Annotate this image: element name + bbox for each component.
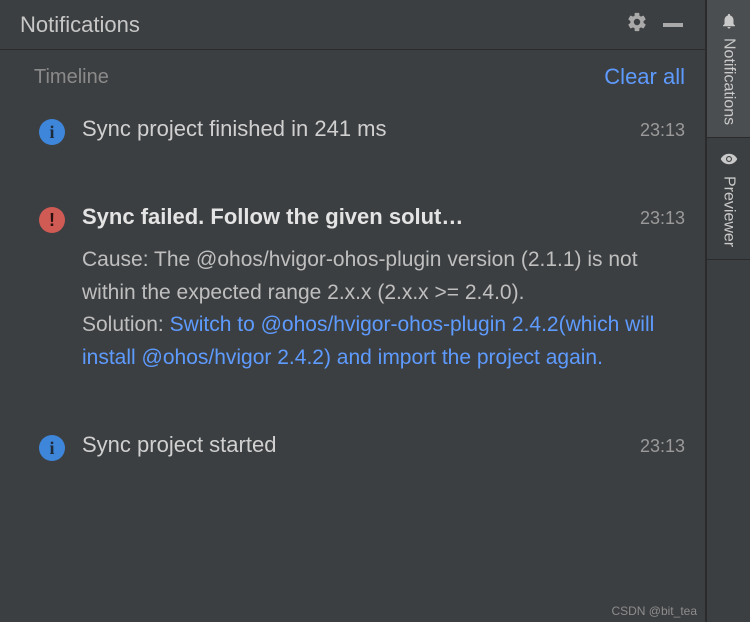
cause-label: Cause: <box>82 248 154 271</box>
notification-item[interactable]: i Sync project started 23:13 <box>4 414 705 468</box>
info-icon: i <box>38 118 66 146</box>
timeline-label: Timeline <box>34 66 604 89</box>
clear-all-link[interactable]: Clear all <box>604 64 685 90</box>
notification-item[interactable]: ! Sync failed. Follow the given solut… 2… <box>4 186 705 380</box>
notification-item[interactable]: i Sync project finished in 241 ms 23:13 <box>4 98 705 152</box>
rail-tab-label: Previewer <box>720 176 738 247</box>
notification-content: Sync project finished in 241 ms 23:13 <box>82 116 685 142</box>
settings-button[interactable] <box>623 11 651 39</box>
info-icon: i <box>38 434 66 462</box>
notification-time: 23:13 <box>640 208 685 229</box>
info-glyph: i <box>39 119 65 145</box>
rail-tab-notifications[interactable]: Notifications <box>707 0 750 138</box>
watermark: CSDN @bit_tea <box>611 604 697 618</box>
error-glyph: ! <box>39 207 65 233</box>
rail-tab-previewer[interactable]: Previewer <box>707 138 750 260</box>
notification-title: Sync project finished in 241 ms <box>82 116 630 142</box>
side-rail: Notifications Previewer <box>706 0 750 622</box>
notification-time: 23:13 <box>640 436 685 457</box>
notifications-panel: Notifications Timeline Clear all i Sync … <box>0 0 706 622</box>
rail-tab-label: Notifications <box>720 38 738 125</box>
info-glyph: i <box>39 435 65 461</box>
minimize-icon <box>663 23 683 27</box>
notifications-list: i Sync project finished in 241 ms 23:13 … <box>0 98 705 622</box>
notification-time: 23:13 <box>640 120 685 141</box>
bell-icon <box>718 10 740 32</box>
cause-text: The @ohos/hvigor-ohos-plugin version (2.… <box>82 248 638 304</box>
panel-title: Notifications <box>20 12 615 38</box>
eye-icon <box>718 148 740 170</box>
error-icon: ! <box>38 206 66 234</box>
panel-subheader: Timeline Clear all <box>0 50 705 98</box>
minimize-button[interactable] <box>659 11 687 39</box>
notification-title: Sync failed. Follow the given solut… <box>82 204 630 230</box>
notification-detail: Cause: The @ohos/hvigor-ohos-plugin vers… <box>82 244 685 374</box>
notification-content: Sync failed. Follow the given solut… 23:… <box>82 204 685 374</box>
notification-title: Sync project started <box>82 432 630 458</box>
gear-icon <box>626 11 648 38</box>
notification-content: Sync project started 23:13 <box>82 432 685 458</box>
panel-header: Notifications <box>0 0 705 50</box>
solution-label: Solution: <box>82 313 170 336</box>
